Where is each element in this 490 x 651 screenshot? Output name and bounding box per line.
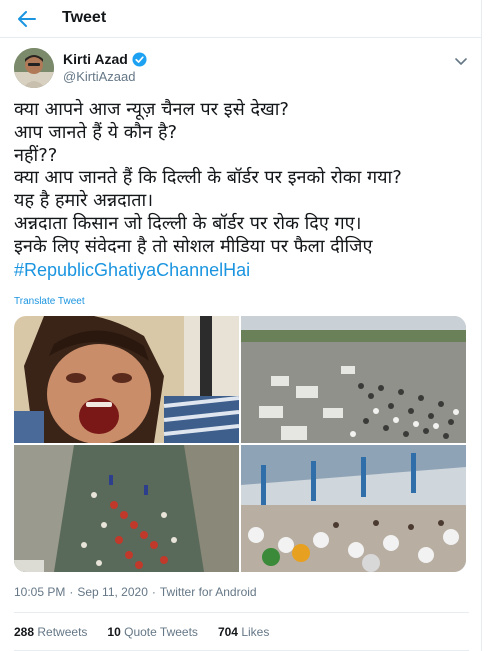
tweet-line: नहीं?? bbox=[14, 144, 58, 166]
tweet-line: क्या आप जानते हैं कि दिल्ली के बॉर्डर पर… bbox=[14, 167, 402, 189]
page-title: Tweet bbox=[62, 9, 107, 26]
engagement-stats: 288 Retweets 10 Quote Tweets 704 Likes bbox=[14, 625, 269, 639]
meta-separator: · bbox=[69, 585, 74, 599]
quote-tweets-label: Quote Tweets bbox=[124, 625, 198, 639]
retweets-stat[interactable]: 288 Retweets bbox=[14, 625, 87, 639]
more-options-button[interactable] bbox=[454, 52, 470, 66]
likes-stat[interactable]: 704 Likes bbox=[218, 625, 269, 639]
author-handle[interactable]: @KirtiAzaad bbox=[63, 69, 135, 84]
tweet-source[interactable]: Twitter for Android bbox=[160, 585, 257, 599]
tweet-time[interactable]: 10:05 PM bbox=[14, 585, 65, 599]
avatar[interactable] bbox=[14, 48, 54, 88]
quote-tweets-stat[interactable]: 10 Quote Tweets bbox=[107, 625, 198, 639]
chevron-down-icon bbox=[455, 58, 467, 65]
retweets-label: Retweets bbox=[37, 625, 88, 639]
tweet-date[interactable]: Sep 11, 2020 bbox=[77, 585, 148, 599]
media-image-rally-street[interactable] bbox=[14, 445, 239, 572]
quote-tweets-count: 10 bbox=[107, 625, 121, 639]
hashtag-link[interactable]: #RepublicGhatiyaChannelHai bbox=[14, 259, 474, 282]
retweets-count: 288 bbox=[14, 625, 35, 639]
tweet-line: आप जानते हैं ये कौन है? bbox=[14, 121, 178, 143]
back-button[interactable] bbox=[14, 7, 40, 31]
tweet-line: क्या आपने आज न्यूज़ चैनल पर इसे देखा? bbox=[14, 99, 289, 120]
author-name-row[interactable]: Kirti Azad bbox=[63, 51, 147, 67]
tweet-meta: 10:05 PM · Sep 11, 2020 · Twitter for An… bbox=[14, 585, 257, 599]
likes-label: Likes bbox=[241, 625, 270, 639]
tweet-line: अन्नदाता किसान जो दिल्ली के बॉर्डर पर रो… bbox=[14, 212, 362, 234]
tweet-line: यह है हमारे अन्नदाता। bbox=[14, 190, 154, 212]
media-image-crowd-shed[interactable] bbox=[241, 445, 466, 572]
divider bbox=[14, 612, 469, 613]
media-image-crying-child[interactable] bbox=[14, 316, 239, 443]
arrow-left-icon bbox=[18, 11, 36, 27]
media-image-crowd-highway[interactable] bbox=[241, 316, 466, 443]
translate-tweet-link[interactable]: Translate Tweet bbox=[14, 296, 85, 307]
meta-separator: · bbox=[151, 585, 156, 599]
media-grid bbox=[14, 316, 466, 572]
top-bar: Tweet bbox=[0, 0, 482, 38]
verified-badge-icon bbox=[132, 51, 147, 67]
tweet-page: Tweet Kirti Azad @KirtiAzaad क्या आपने आ… bbox=[0, 0, 482, 651]
tweet-line: इनके लिए संवेदना है तो सोशल मीडिया पर फै… bbox=[14, 235, 373, 257]
likes-count: 704 bbox=[217, 625, 238, 639]
tweet-text: क्या आपने आज न्यूज़ चैनल पर इसे देखा? आप… bbox=[14, 99, 474, 281]
author-name[interactable]: Kirti Azad bbox=[63, 51, 128, 67]
